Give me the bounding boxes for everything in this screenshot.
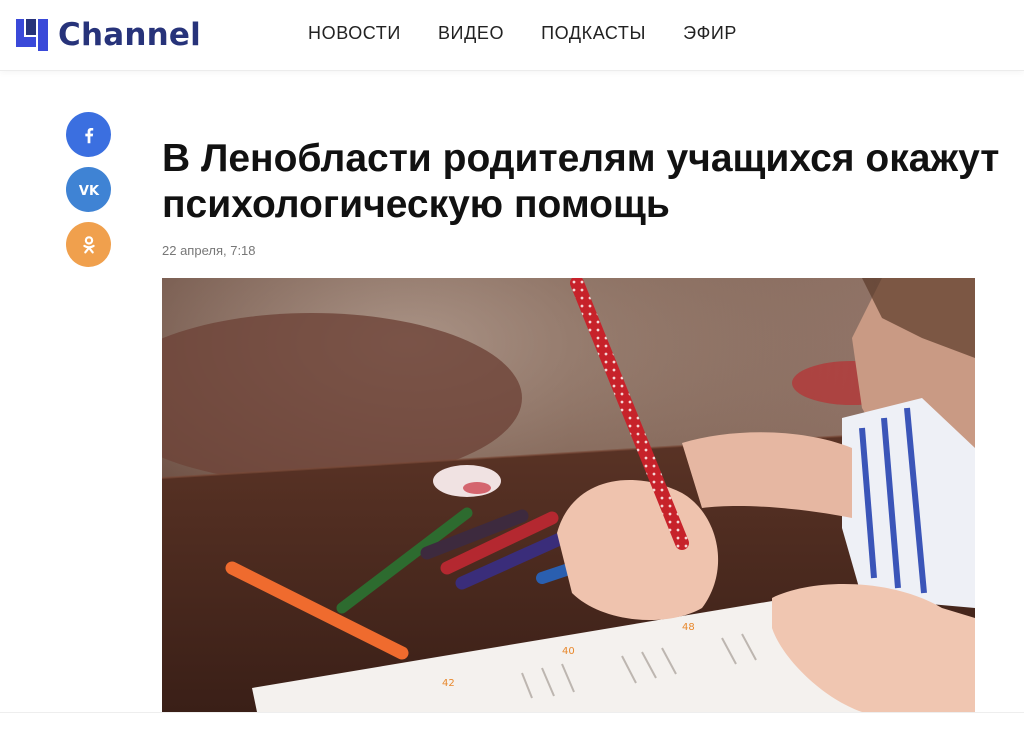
svg-text:VK: VK [78,184,99,199]
article-title: В Ленобласти родителям учащихся окажут п… [162,137,1000,226]
nav-item-live[interactable]: ЭФИР [683,23,737,44]
site-header: Channel НОВОСТИ ВИДЕО ПОДКАСТЫ ЭФИР [0,0,1024,71]
photo-illustration: 42 40 48 [162,278,975,712]
nav-item-podcasts[interactable]: ПОДКАСТЫ [541,23,646,44]
share-vk-button[interactable]: VK [66,167,111,212]
svg-text:42: 42 [442,678,455,689]
facebook-icon [84,127,93,143]
svg-text:48: 48 [682,622,695,633]
logo[interactable]: Channel [14,14,201,56]
article-photo: 42 40 48 [162,278,975,712]
odnoklassniki-icon [82,235,95,253]
nav-item-video[interactable]: ВИДЕО [438,23,504,44]
logo-mark-icon [14,17,50,53]
main-nav: НОВОСТИ ВИДЕО ПОДКАСТЫ ЭФИР [308,23,774,44]
logo-text: Channel [58,17,201,53]
share-buttons: VK [66,112,111,277]
divider [0,712,1024,713]
nav-item-news[interactable]: НОВОСТИ [308,23,401,44]
share-odnoklassniki-button[interactable] [66,222,111,267]
article-date: 22 апреля, 7:18 [162,243,256,258]
share-facebook-button[interactable] [66,112,111,157]
vk-icon: VK [78,184,99,199]
svg-text:40: 40 [562,646,575,657]
